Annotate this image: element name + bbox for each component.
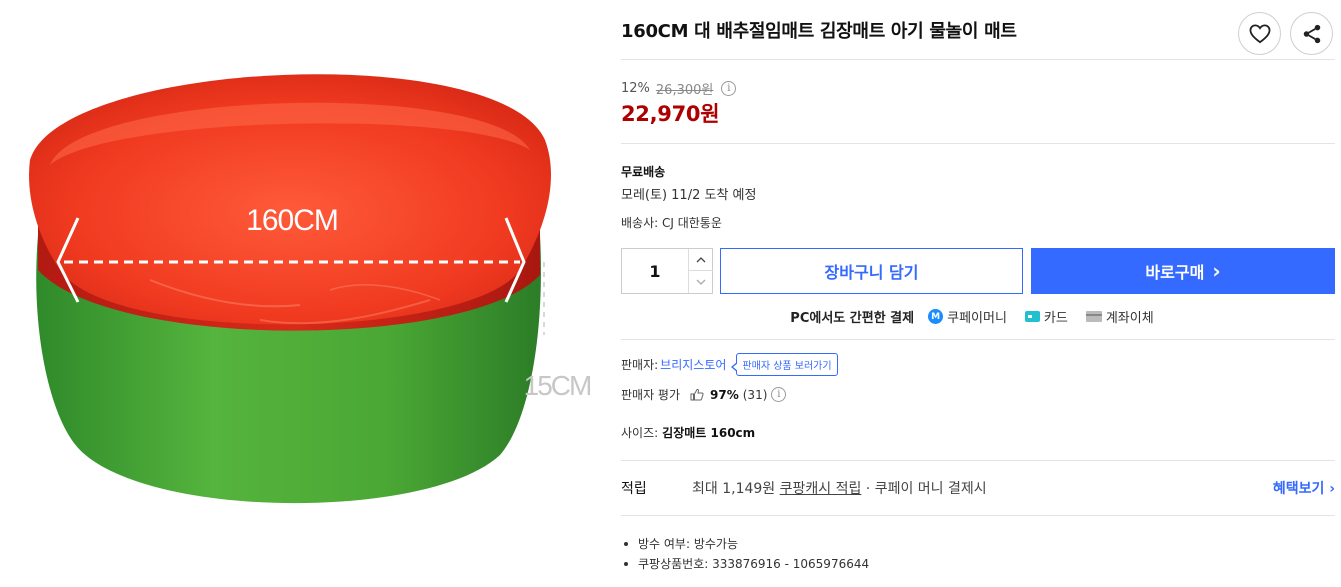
seller-rating-label: 판매자 평가 (621, 388, 681, 402)
courier-info: 배송사: CJ 대한통운 (621, 216, 722, 230)
quantity-stepper: 1 (621, 248, 713, 294)
seller-name-link[interactable]: 브리지스토어 (660, 356, 726, 373)
reward-label: 적립 (621, 481, 647, 497)
option-size-label: 사이즈: (621, 426, 659, 440)
product-title: 160CM 대 배추절임매트 김장매트 아기 물놀이 매트 (621, 21, 1017, 42)
chevron-right-icon: › (1212, 259, 1221, 283)
quantity-decrease-button[interactable] (689, 271, 713, 293)
thumbs-up-icon (690, 388, 704, 401)
payment-methods: PC에서도 간편한 결제 M 쿠페이머니 카드 계좌이체 (621, 307, 1335, 326)
option-size-value: 김장매트 160cm (662, 426, 756, 440)
benefits-link[interactable]: 혜택보기 › (1273, 478, 1335, 498)
buy-now-label: 바로구매 (1145, 263, 1205, 282)
reward-description: 최대 1,149원 쿠팡캐시 적립 · 쿠페이 머니 결제시 (692, 478, 987, 498)
divider (621, 515, 1335, 516)
share-icon (1303, 24, 1320, 43)
discount-rate: 12% (621, 81, 650, 96)
seller-rating-count: (31) (742, 387, 768, 402)
divider (621, 59, 1335, 60)
seller-info: 판매자: 브리지스토어 판매자 상품 보러가기 (621, 353, 838, 376)
info-circle-icon[interactable]: i (771, 387, 787, 402)
seller-rating-percent: 97% (710, 387, 739, 402)
option-size: 사이즈: 김장매트 160cm (621, 424, 755, 441)
quantity-value[interactable]: 1 (622, 249, 688, 293)
reward-prefix: 최대 1,149원 (692, 481, 780, 497)
payment-card: 카드 (1024, 307, 1068, 326)
list-item: 방수 여부: 방수가능 (621, 534, 869, 554)
seller-rating: 판매자 평가 97% (31) i (621, 386, 787, 403)
seller-products-tooltip[interactable]: 판매자 상품 보러가기 (731, 353, 838, 376)
reward-suffix: · 쿠페이 머니 결제시 (861, 481, 987, 497)
buy-now-button[interactable]: 바로구매 › (1031, 248, 1335, 294)
info-circle-icon[interactable]: i (721, 81, 737, 96)
mat-illustration: 160CM 15CM (29, 74, 593, 504)
product-image: 160CM 15CM (0, 0, 600, 587)
divider (621, 339, 1335, 340)
coupay-icon: M (928, 309, 944, 324)
chevron-down-icon (696, 279, 706, 285)
card-icon (1024, 311, 1040, 322)
discount-info: 12% 26,300원 i (621, 79, 737, 98)
seller-label: 판매자: (621, 358, 659, 372)
sale-price: 22,970원 (621, 102, 720, 126)
product-info-panel: 160CM 대 배추절임매트 김장매트 아기 물놀이 매트 12% 26,300… (621, 0, 1335, 587)
add-to-cart-label: 장바구니 담기 (824, 263, 919, 282)
chevron-up-icon (696, 256, 706, 262)
bank-icon (1085, 311, 1102, 322)
heart-icon (1249, 23, 1270, 43)
payment-bank: 계좌이체 (1085, 307, 1154, 326)
divider (621, 460, 1335, 461)
list-item: 쿠팡상품번호: 333876916 - 1065976644 (621, 554, 869, 574)
divider (621, 143, 1335, 144)
payment-bank-label: 계좌이체 (1105, 311, 1154, 326)
wishlist-button[interactable] (1238, 12, 1281, 55)
payment-lead: PC에서도 간편한 결제 (790, 311, 915, 326)
diameter-label: 160CM (246, 204, 338, 237)
payment-coupay-label: 쿠페이머니 (947, 311, 1007, 326)
quantity-arrows (688, 249, 713, 293)
original-price: 26,300원 (655, 83, 714, 98)
payment-card-label: 카드 (1043, 311, 1068, 326)
height-label: 15CM (524, 370, 591, 401)
coupang-cash-link[interactable]: 쿠팡캐시 적립 (780, 481, 862, 497)
add-to-cart-button[interactable]: 장바구니 담기 (720, 248, 1023, 294)
payment-coupay: M 쿠페이머니 (928, 307, 1007, 326)
arrival-date: 모레(토) 11/2 도착 예정 (621, 188, 757, 203)
share-button[interactable] (1290, 12, 1333, 55)
attribute-list: 방수 여부: 방수가능 쿠팡상품번호: 333876916 - 10659766… (621, 534, 869, 574)
quantity-increase-button[interactable] (689, 249, 713, 271)
shipping-type: 무료배송 (621, 165, 666, 179)
